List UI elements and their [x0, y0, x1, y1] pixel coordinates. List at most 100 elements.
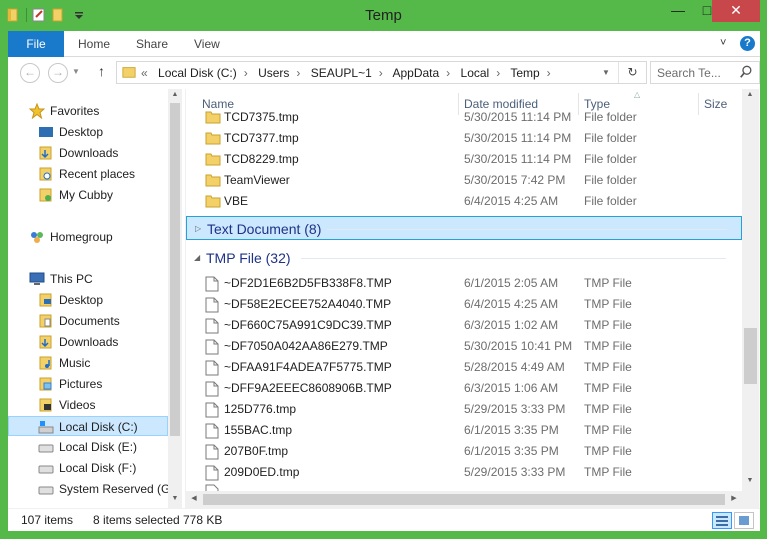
overflow-chevron-icon[interactable]: « [141, 66, 148, 80]
file-icon [205, 402, 219, 418]
nav-pc-desktop[interactable]: Desktop [38, 290, 168, 310]
scroll-up-icon[interactable]: ▲ [170, 91, 180, 98]
tab-share[interactable]: Share [136, 31, 168, 57]
breadcrumb-item[interactable]: AppData [392, 66, 439, 80]
scroll-left-icon[interactable]: ◀ [189, 494, 199, 502]
list-item[interactable]: 155BAC.tmp 6/1/2015 3:35 PM TMP File [186, 420, 742, 441]
nav-pc-downloads[interactable]: Downloads [38, 332, 168, 352]
scroll-down-icon[interactable]: ▼ [745, 477, 755, 484]
nav-system-reserved[interactable]: System Reserved (G: [38, 479, 168, 499]
recent-locations-icon[interactable]: ▼ [72, 67, 80, 76]
nav-this-pc[interactable]: This PC [29, 269, 168, 289]
breadcrumb-item[interactable]: Temp [510, 66, 539, 80]
nav-pc-videos[interactable]: Videos [38, 395, 168, 415]
help-button[interactable]: ? [740, 36, 755, 51]
file-date-modified: 6/1/2015 3:35 PM [464, 444, 559, 458]
refresh-button[interactable]: ↻ [618, 62, 646, 83]
breadcrumb-item[interactable]: Local [461, 66, 490, 80]
nav-homegroup[interactable]: Homegroup [29, 227, 168, 247]
nav-pc-documents[interactable]: Documents [38, 311, 168, 331]
nav-scrollbar[interactable]: ▲ ▼ [168, 89, 182, 508]
list-item[interactable]: ~DFAA91F4ADEA7F5775.TMP 5/28/2015 4:49 AM… [186, 357, 742, 378]
nav-pc-music[interactable]: Music [38, 353, 168, 373]
nav-downloads[interactable]: Downloads [38, 143, 168, 163]
file-date-modified: 6/1/2015 3:35 PM [464, 423, 559, 437]
file-type: TMP File [584, 444, 632, 458]
details-view-button[interactable] [712, 512, 732, 529]
nav-local-disk-c[interactable]: Local Disk (C:) [8, 416, 168, 436]
file-icon [205, 297, 219, 313]
list-item[interactable]: ~DF660C75A991C9DC39.TMP 6/3/2015 1:02 AM T… [186, 315, 742, 336]
file-type: TMP File [584, 297, 632, 311]
nav-scroll-thumb[interactable] [170, 103, 180, 436]
breadcrumb-item[interactable]: SEAUPL~1 [311, 66, 372, 80]
address-bar[interactable]: « Local Disk (C:) › Users › SEAUPL~1 › AppD… [116, 61, 647, 84]
tab-home[interactable]: Home [78, 31, 110, 57]
tab-file[interactable]: File [8, 31, 64, 57]
back-button[interactable]: ← [20, 63, 40, 83]
breadcrumb-item[interactable]: Users [258, 66, 289, 80]
file-name: TeamViewer [224, 173, 290, 187]
expand-ribbon-icon[interactable]: ˅ [720, 37, 726, 49]
list-item[interactable]: ~DF7050A042AA86E279.TMP 5/30/2015 10:41 P… [186, 336, 742, 357]
file-date-modified: 6/4/2015 4:25 AM [464, 297, 559, 311]
minimize-button[interactable]: — [664, 0, 692, 22]
large-icons-view-button[interactable] [734, 512, 754, 529]
scroll-down-icon[interactable]: ▼ [170, 495, 180, 502]
nav-recent-places[interactable]: Recent places [38, 164, 168, 184]
nav-local-disk-f[interactable]: Local Disk (F:) [38, 458, 168, 478]
status-bar: 107 items 8 items selected 778 KB [8, 508, 760, 531]
list-item[interactable]: 125D776.tmp 5/29/2015 3:33 PM TMP File [186, 399, 742, 420]
horizontal-scroll-thumb[interactable] [203, 494, 725, 505]
scroll-right-icon[interactable]: ▶ [729, 494, 739, 502]
computer-icon [29, 272, 45, 285]
search-box[interactable]: Search Te... [650, 61, 760, 84]
file-list: △ Name Date modified Type Size TCD7375.t… [185, 89, 760, 508]
forward-button[interactable]: → [48, 63, 68, 83]
list-item[interactable]: VBE 6/4/2015 4:25 AM File folder [186, 191, 742, 212]
list-item[interactable]: TCD7377.tmp 5/30/2015 11:14 PM File folder [186, 128, 742, 149]
chevron-right-icon[interactable]: › [244, 66, 248, 80]
list-item[interactable]: TeamViewer 5/30/2015 7:42 PM File folder [186, 170, 742, 191]
scroll-up-icon[interactable]: ▲ [745, 91, 755, 98]
nav-local-disk-e[interactable]: Local Disk (E:) [38, 437, 168, 457]
nav-desktop[interactable]: Desktop [38, 122, 168, 142]
chevron-right-icon[interactable]: › [547, 66, 551, 80]
up-button[interactable]: ↑ [98, 63, 105, 79]
file-date-modified: 6/3/2015 1:02 AM [464, 318, 559, 332]
breadcrumb-item[interactable]: Local Disk (C:) [158, 66, 237, 80]
horizontal-scrollbar[interactable]: ◀ ▶ [186, 491, 742, 508]
chevron-right-icon[interactable]: › [496, 66, 500, 80]
list-item[interactable]: TCD8229.tmp 5/30/2015 11:14 PM File folder [186, 149, 742, 170]
expand-icon[interactable]: ▷ [195, 217, 201, 241]
list-item-partial[interactable] [186, 481, 742, 491]
file-list-scroll-thumb[interactable] [744, 328, 757, 384]
close-button[interactable]: ✕ [712, 0, 760, 22]
address-dropdown-icon[interactable]: ▼ [602, 68, 610, 77]
file-type: TMP File [584, 318, 632, 332]
file-name: ~DFAA91F4ADEA7F5775.TMP [224, 360, 392, 374]
drive-icon [38, 486, 54, 495]
group-tmp-file[interactable]: ◢ TMP File (32) [186, 246, 742, 270]
collapse-icon[interactable]: ◢ [194, 246, 200, 270]
group-text-document[interactable]: ▷ Text Document (8) [186, 216, 742, 240]
list-item[interactable]: 209D0ED.tmp 5/29/2015 3:33 PM TMP File [186, 462, 742, 483]
file-name: 209D0ED.tmp [224, 465, 300, 479]
list-item[interactable]: ~DF58E2ECEE752A4040.TMP 6/4/2015 4:25 AM T… [186, 294, 742, 315]
chevron-right-icon[interactable]: › [296, 66, 300, 80]
list-item[interactable]: ~DF2D1E6B2D5FB338F8.TMP 6/1/2015 2:05 AM T… [186, 273, 742, 294]
chevron-right-icon[interactable]: › [446, 66, 450, 80]
file-icon [205, 444, 219, 460]
nav-pc-pictures[interactable]: Pictures [38, 374, 168, 394]
list-item[interactable]: TCD7375.tmp 5/30/2015 11:14 PM File folder [186, 107, 742, 128]
nav-favorites[interactable]: Favorites [29, 101, 168, 121]
file-type: File folder [584, 110, 637, 124]
list-item[interactable]: ~DFF9A2EEEC8608906B.TMP 6/3/2015 1:06 AM T… [186, 378, 742, 399]
list-item[interactable]: 207B0F.tmp 6/1/2015 3:35 PM TMP File [186, 441, 742, 462]
file-list-scrollbar[interactable]: ▲ ▼ [742, 89, 759, 508]
search-icon[interactable] [739, 65, 753, 79]
nav-my-cubby[interactable]: My Cubby [38, 185, 168, 205]
file-icon [205, 484, 219, 491]
tab-view[interactable]: View [194, 31, 220, 57]
chevron-right-icon[interactable]: › [379, 66, 383, 80]
